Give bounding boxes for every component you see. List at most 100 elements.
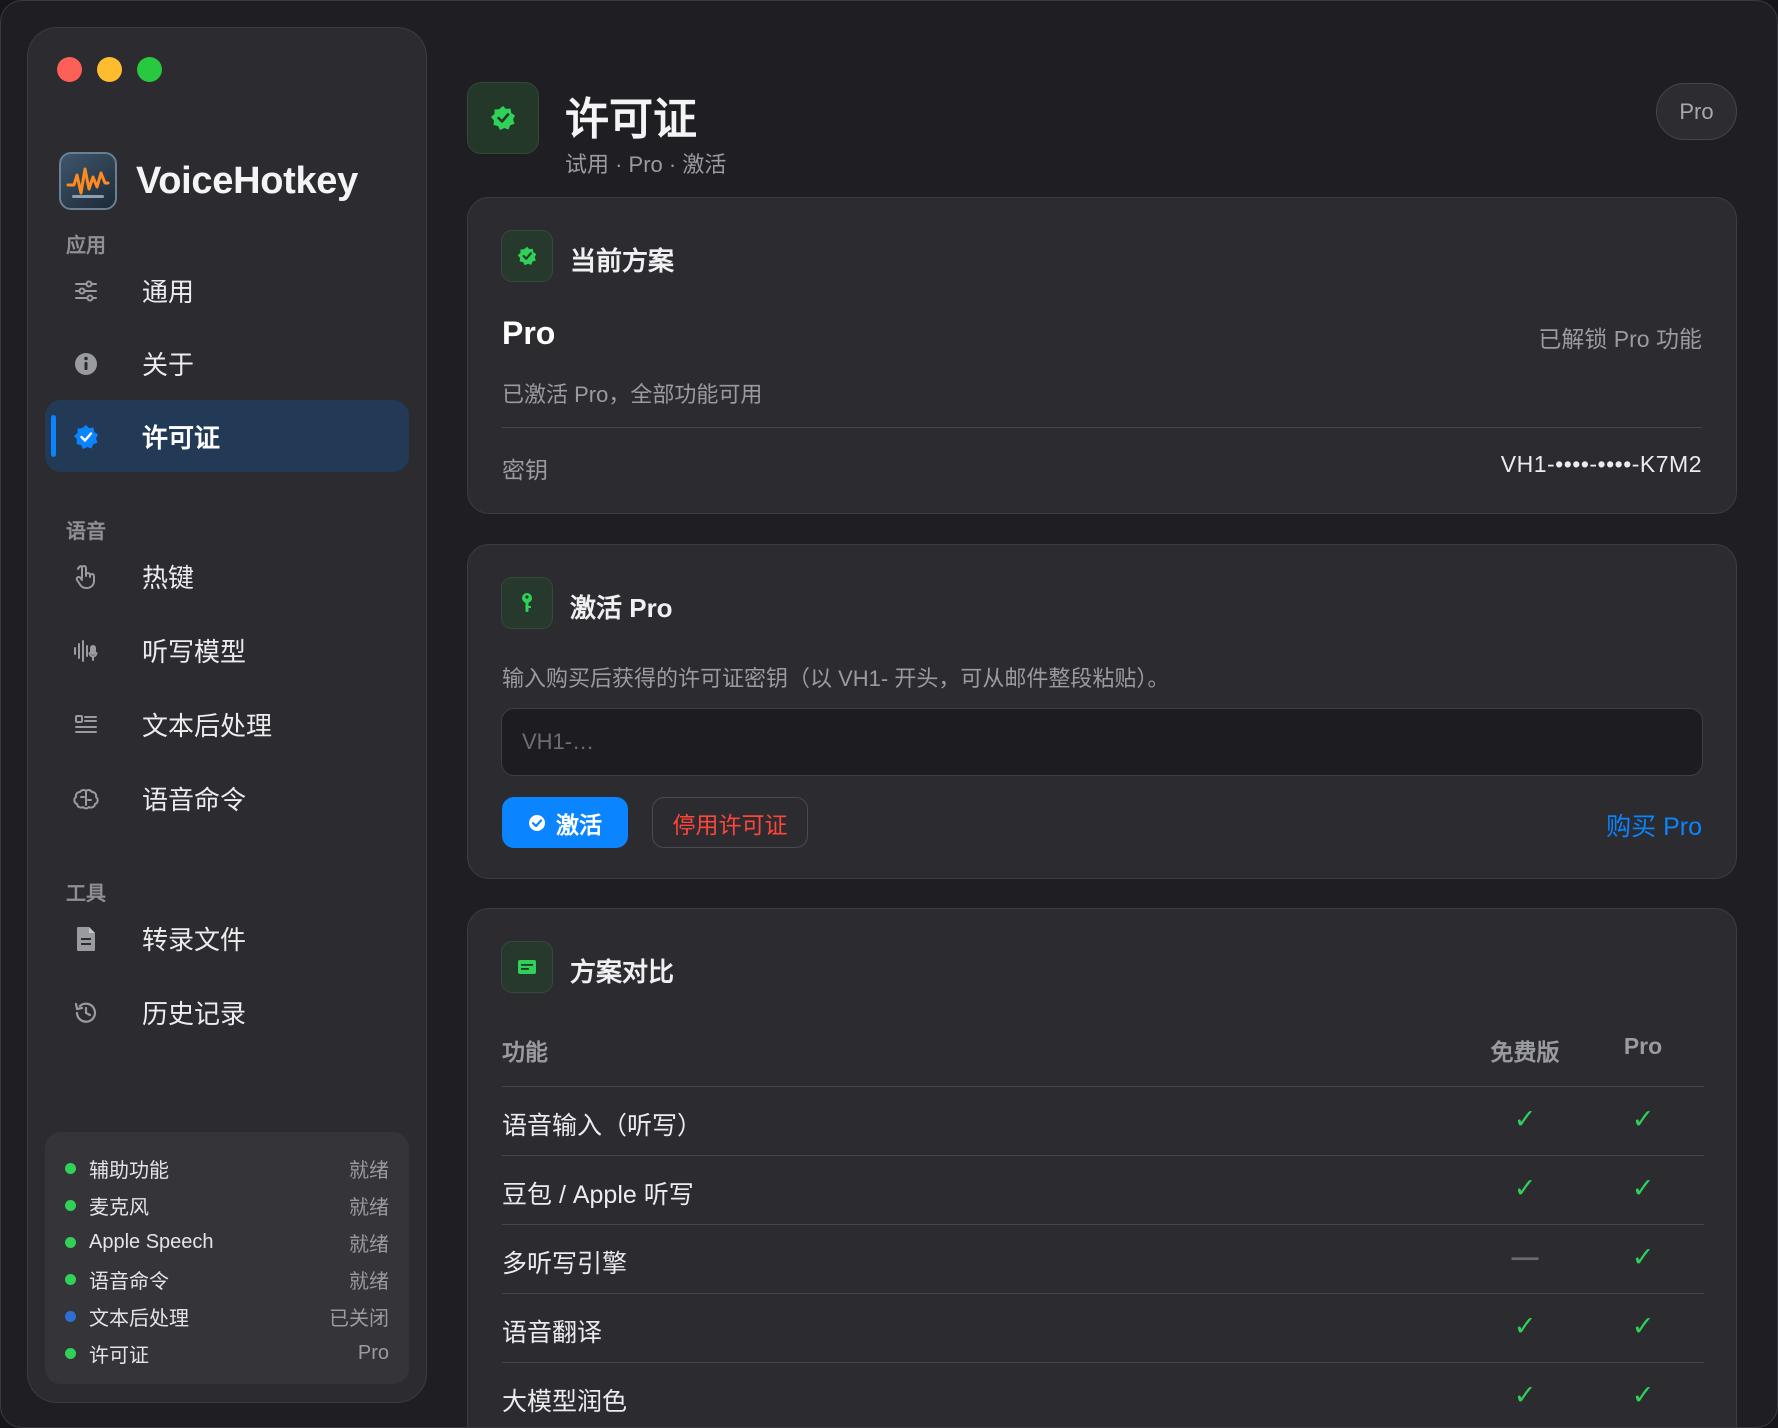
sidebar-item-label: 热键 [142,562,195,593]
license-key-input[interactable] [501,708,1703,776]
activate-description: 输入购买后获得的许可证密钥（以 VH1- 开头，可从邮件整段粘贴）。 [502,666,1170,691]
sidebar-item-dictation-model[interactable]: 听写模型 [45,614,409,686]
close-window-button[interactable] [57,57,82,82]
status-value: 就绪 [349,1197,389,1219]
sidebar-item-general[interactable]: 通用 [45,254,409,326]
plan-name: Pro [502,315,556,351]
status-row-accessibility: 辅助功能 就绪 [65,1150,389,1187]
deactivate-license-button[interactable]: 停用许可证 [652,797,808,848]
status-value: 就绪 [349,1234,389,1256]
hand-pointer-icon [73,564,99,590]
status-name: 语音命令 [89,1271,169,1293]
main-content: 许可证 试用 · Pro · 激活 Pro 当前方案 Pro 已解锁 Pro 功… [467,1,1737,1427]
sidebar-item-about[interactable]: 关于 [45,327,409,399]
card-title: 激活 Pro [570,593,673,623]
sidebar-item-label: 转录文件 [142,924,247,955]
license-header-icon [467,82,539,154]
document-icon [73,926,99,952]
plan-badge: Pro [1656,83,1737,140]
history-clock-icon [73,1000,99,1026]
key-icon [501,577,553,629]
app-logo-icon [59,152,117,210]
status-name: 许可证 [89,1345,149,1367]
feature-name: 多听写引擎 [502,1250,628,1278]
table-row: 语音输入（听写） ✓ ✓ [502,1086,1704,1155]
activate-button[interactable]: 激活 [502,797,628,848]
plan-unlocked-text: 已解锁 Pro 功能 [1538,326,1702,352]
plan-description: 已激活 Pro，全部功能可用 [502,382,763,407]
app-name: VoiceHotkey [136,159,358,202]
status-dot [65,1274,76,1285]
brain-icon [73,786,99,812]
text-format-icon [73,712,99,738]
check-icon: ✓ [1631,1380,1655,1410]
status-value: 就绪 [349,1271,389,1293]
sidebar-item-transcribe-file[interactable]: 转录文件 [45,902,409,974]
status-dot [65,1311,76,1322]
feature-name: 豆包 / Apple 听写 [502,1181,694,1209]
check-icon: ✓ [1513,1380,1537,1410]
sidebar-item-label: 许可证 [142,422,221,453]
waveform-mic-icon [73,638,99,664]
card-title: 方案对比 [570,957,675,987]
feature-name: 大模型润色 [502,1388,628,1416]
check-icon: ✓ [1631,1242,1655,1272]
minimize-window-button[interactable] [97,57,122,82]
status-name: Apple Speech [89,1231,214,1253]
feature-name: 语音翻译 [502,1319,603,1347]
dash-icon: — [1511,1242,1539,1272]
sidebar-item-label: 通用 [142,276,195,307]
status-value: 已关闭 [329,1308,389,1330]
active-indicator [51,415,56,457]
table-row: 语音翻译 ✓ ✓ [502,1293,1704,1362]
sidebar: VoiceHotkey 应用 通用 关于 许可证 语音 热键 听写模型 文本后处… [27,27,427,1403]
current-plan-card: 当前方案 Pro 已解锁 Pro 功能 已激活 Pro，全部功能可用 密钥 VH… [467,197,1737,514]
page-title: 许可证 [565,95,697,144]
sidebar-item-text-postprocess[interactable]: 文本后处理 [45,688,409,760]
status-value: 就绪 [349,1160,389,1182]
activate-button-label: 激活 [556,811,602,838]
checkmark-seal-icon [73,424,99,450]
sidebar-item-label: 历史记录 [142,998,247,1029]
status-panel: 辅助功能 就绪 麦克风 就绪 Apple Speech 就绪 语音命令 就绪 文… [45,1132,409,1384]
sliders-icon [73,278,99,304]
divider [502,427,1702,428]
buy-pro-link[interactable]: 购买 Pro [1606,807,1702,843]
status-dot [65,1237,76,1248]
check-icon: ✓ [1513,1311,1537,1341]
window-controls [57,57,162,82]
check-icon: ✓ [1631,1173,1655,1203]
status-row-voice-command: 语音命令 就绪 [65,1261,389,1298]
status-dot [65,1200,76,1211]
sidebar-item-label: 文本后处理 [142,710,273,741]
info-icon [73,351,99,377]
checkmark-seal-icon [501,230,553,282]
app-brand: VoiceHotkey [59,152,358,210]
feature-name: 语音输入（听写） [502,1112,703,1140]
status-row-text-postprocess: 文本后处理 已关闭 [65,1298,389,1335]
table-row: 多听写引擎 — ✓ [502,1224,1704,1293]
status-name: 辅助功能 [89,1160,169,1182]
check-icon: ✓ [1513,1104,1537,1134]
sidebar-item-license[interactable]: 许可证 [45,400,409,472]
status-name: 麦克风 [89,1197,149,1219]
sidebar-item-voice-command[interactable]: 语音命令 [45,762,409,834]
status-dot [65,1163,76,1174]
comparison-header: 功能 免费版 Pro [502,1033,1704,1073]
status-dot [65,1348,76,1359]
activate-pro-card: 激活 Pro 输入购买后获得的许可证密钥（以 VH1- 开头，可从邮件整段粘贴）… [467,544,1737,879]
check-icon: ✓ [1631,1311,1655,1341]
zoom-window-button[interactable] [137,57,162,82]
app-window: VoiceHotkey 应用 通用 关于 许可证 语音 热键 听写模型 文本后处… [0,0,1778,1428]
checkmark-circle-icon [529,814,545,831]
status-row-apple-speech: Apple Speech 就绪 [65,1224,389,1261]
sidebar-item-history[interactable]: 历史记录 [45,976,409,1048]
license-key-value: VH1-••••-••••-K7M2 [1500,451,1702,477]
column-header-free: 免费版 [1490,1039,1560,1065]
page-subtitle: 试用 · Pro · 激活 [565,152,727,177]
sidebar-item-hotkey[interactable]: 热键 [45,540,409,612]
card-title: 当前方案 [570,246,675,276]
status-row-license: 许可证 Pro [65,1335,389,1372]
sidebar-item-label: 关于 [142,349,195,380]
status-row-microphone: 麦克风 就绪 [65,1187,389,1224]
